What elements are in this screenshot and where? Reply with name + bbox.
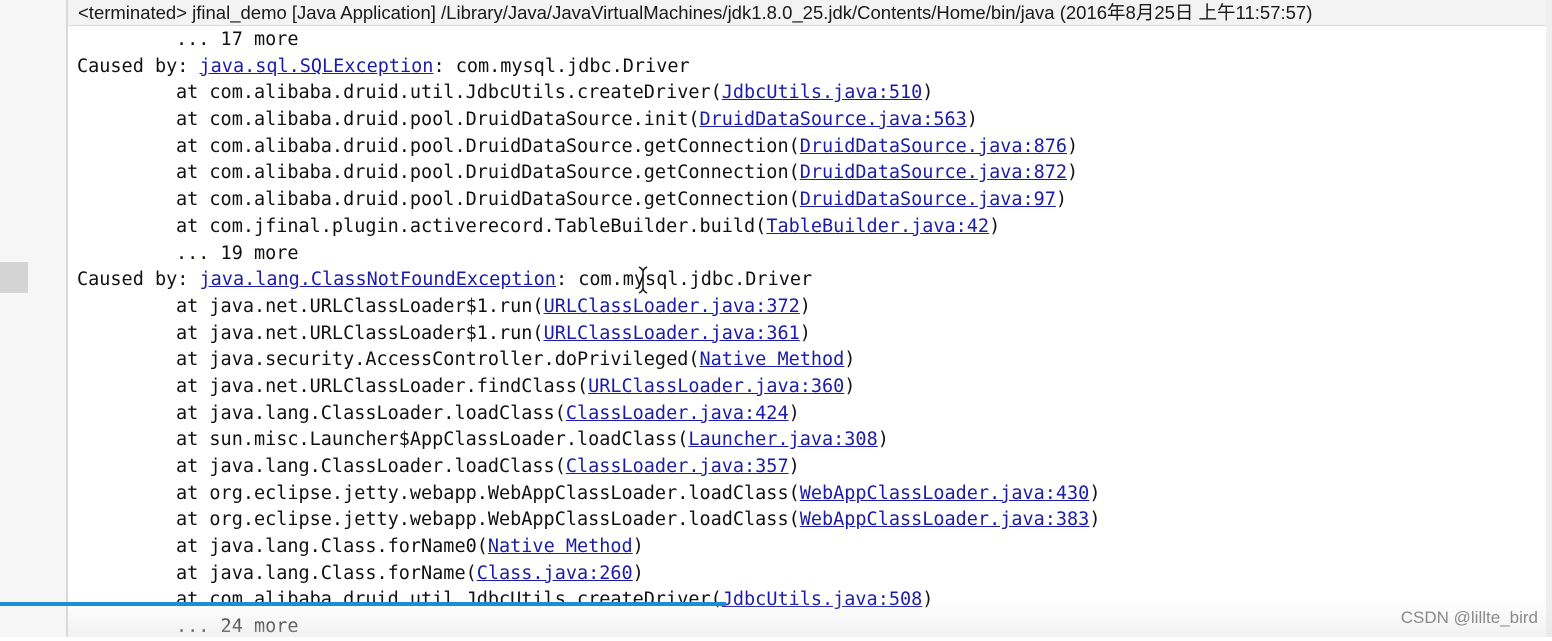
line-suffix: ) <box>1067 135 1079 157</box>
line-text: at java.net.URLClassLoader$1.run( <box>176 322 544 344</box>
source-link[interactable]: ClassLoader.java:424 <box>566 403 789 424</box>
line-text: at java.lang.Class.forName0( <box>176 536 488 558</box>
console-line: at java.lang.ClassLoader.loadClass(Class… <box>77 401 1517 428</box>
line-suffix: : com.mysql.jdbc.Driver <box>555 269 813 291</box>
line-suffix: ) <box>989 215 1001 237</box>
console-line: at com.alibaba.druid.pool.DruidDataSourc… <box>77 160 1517 187</box>
console-output[interactable]: ... 17 more Caused by: java.sql.SQLExcept… <box>77 27 1517 641</box>
console-line: at java.net.URLClassLoader.findClass(URL… <box>77 374 1517 401</box>
console-line: at java.lang.ClassLoader.loadClass(Class… <box>77 454 1517 481</box>
gutter-marker <box>0 262 28 293</box>
console-line: Caused by: java.sql.SQLException: com.my… <box>77 54 1517 81</box>
console-line: at com.alibaba.druid.util.JdbcUtils.crea… <box>77 587 1517 614</box>
source-link[interactable]: JdbcUtils.java:510 <box>722 82 922 103</box>
line-suffix: ) <box>788 402 800 424</box>
console-line: at com.alibaba.druid.util.JdbcUtils.crea… <box>77 80 1517 107</box>
line-text: at com.alibaba.druid.util.JdbcUtils.crea… <box>176 589 722 611</box>
source-link[interactable]: TableBuilder.java:42 <box>766 216 989 237</box>
source-link[interactable]: URLClassLoader.java:372 <box>544 296 800 317</box>
line-text: at com.jfinal.plugin.activerecord.TableB… <box>176 215 767 237</box>
line-text: Caused by: <box>77 269 200 291</box>
source-link[interactable]: java.lang.ClassNotFoundException <box>200 269 556 290</box>
source-link[interactable]: URLClassLoader.java:360 <box>588 376 844 397</box>
source-link[interactable]: WebAppClassLoader.java:430 <box>800 483 1090 504</box>
line-text: at com.alibaba.druid.pool.DruidDataSourc… <box>176 109 700 131</box>
line-suffix: ) <box>1089 482 1101 504</box>
console-line: at com.alibaba.druid.pool.DruidDataSourc… <box>77 134 1517 161</box>
line-suffix: ) <box>966 109 978 131</box>
gutter-divider <box>66 0 68 637</box>
line-suffix: ) <box>922 82 934 104</box>
source-link[interactable]: Native Method <box>699 349 844 370</box>
line-suffix: ) <box>632 562 644 584</box>
line-text: at com.alibaba.druid.pool.DruidDataSourc… <box>176 189 800 211</box>
console-line: at org.eclipse.jetty.webapp.WebAppClassL… <box>77 507 1517 534</box>
line-suffix: ) <box>799 295 811 317</box>
line-text: at com.alibaba.druid.pool.DruidDataSourc… <box>176 162 800 184</box>
text-cursor-icon <box>638 266 648 294</box>
line-suffix: ) <box>1067 162 1079 184</box>
line-text: ... 24 more <box>176 616 299 638</box>
console-line: at org.eclipse.jetty.webapp.WebAppClassL… <box>77 481 1517 508</box>
console-line: at java.lang.Class.forName0(Native Metho… <box>77 534 1517 561</box>
console-title-bar: <terminated> jfinal_demo [Java Applicati… <box>68 0 1546 26</box>
line-suffix: ) <box>632 536 644 558</box>
console-line: ... 17 more <box>77 27 1517 54</box>
left-gutter <box>0 0 68 637</box>
line-text: at com.alibaba.druid.util.JdbcUtils.crea… <box>176 82 722 104</box>
source-link[interactable]: WebAppClassLoader.java:383 <box>800 509 1090 530</box>
line-text: at java.lang.ClassLoader.loadClass( <box>176 456 566 477</box>
source-link[interactable]: Launcher.java:308 <box>688 429 877 450</box>
console-line: at com.alibaba.druid.pool.DruidDataSourc… <box>77 187 1517 214</box>
watermark: CSDN @lillte_bird <box>1400 608 1538 627</box>
console-line: at sun.misc.Launcher$AppClassLoader.load… <box>77 427 1517 454</box>
console-line: at java.net.URLClassLoader$1.run(URLClas… <box>77 321 1517 348</box>
line-text: at sun.misc.Launcher$AppClassLoader.load… <box>176 429 689 451</box>
source-link[interactable]: DruidDataSource.java:563 <box>699 109 966 130</box>
console-line: Caused by: java.lang.ClassNotFoundExcept… <box>77 267 1517 294</box>
line-text: at java.net.URLClassLoader.findClass( <box>176 375 589 397</box>
line-text: at java.lang.ClassLoader.loadClass( <box>176 402 566 424</box>
line-suffix: ) <box>844 375 856 397</box>
source-link[interactable]: Class.java:260 <box>477 563 633 584</box>
line-text: at com.alibaba.druid.pool.DruidDataSourc… <box>176 135 800 157</box>
source-link[interactable]: DruidDataSource.java:876 <box>800 136 1067 157</box>
line-suffix: ) <box>844 349 856 371</box>
line-text: Caused by: <box>77 55 200 77</box>
line-suffix: ) <box>922 589 934 611</box>
line-text: ... 19 more <box>176 242 299 264</box>
line-suffix: ) <box>1089 509 1101 531</box>
line-suffix: ) <box>788 456 800 477</box>
source-link[interactable]: JdbcUtils.java:508 <box>722 589 922 610</box>
source-link[interactable]: java.sql.SQLException <box>200 56 434 77</box>
line-suffix: ) <box>877 429 889 451</box>
source-link[interactable]: ClassLoader.java:357 <box>566 456 789 477</box>
line-suffix: ) <box>1055 189 1068 211</box>
line-text: at java.lang.Class.forName( <box>176 562 477 584</box>
right-edge-strip <box>1546 0 1552 637</box>
source-link[interactable]: URLClassLoader.java:361 <box>544 323 800 344</box>
console-line: at com.alibaba.druid.pool.DruidDataSourc… <box>77 107 1517 134</box>
console-line: at java.security.AccessController.doPriv… <box>77 347 1517 374</box>
source-link[interactable]: Native Method <box>488 536 633 557</box>
line-text: at org.eclipse.jetty.webapp.WebAppClassL… <box>176 509 800 531</box>
source-link[interactable]: DruidDataSource.java:97 <box>800 189 1056 210</box>
line-suffix: : com.mysql.jdbc.Driver <box>433 55 690 77</box>
source-link[interactable]: DruidDataSource.java:872 <box>800 162 1067 183</box>
console-line: at com.jfinal.plugin.activerecord.TableB… <box>77 214 1517 241</box>
line-text: at java.security.AccessController.doPriv… <box>176 349 700 371</box>
line-text: at org.eclipse.jetty.webapp.WebAppClassL… <box>176 482 800 504</box>
line-suffix: ) <box>799 322 811 344</box>
console-line: at java.net.URLClassLoader$1.run(URLClas… <box>77 294 1517 321</box>
console-line: ... 19 more <box>77 241 1517 268</box>
console-line: at java.lang.Class.forName(Class.java:26… <box>77 561 1517 588</box>
video-progress-bar[interactable] <box>0 602 727 606</box>
line-text: at java.net.URLClassLoader$1.run( <box>176 295 544 317</box>
line-text: ... 17 more <box>176 29 299 50</box>
